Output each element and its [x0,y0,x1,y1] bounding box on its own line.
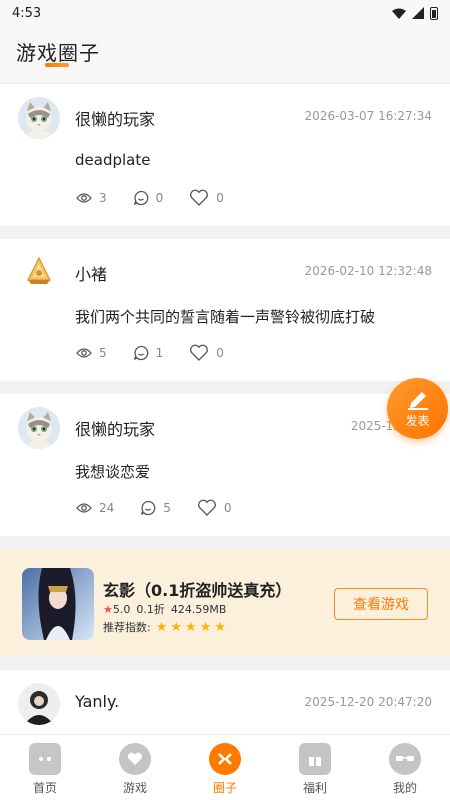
star-icon: ★ [170,619,183,635]
views-stat: 24 [76,501,114,515]
views-count: 5 [99,345,107,360]
post-text: deadplate [75,151,151,169]
cat-avatar-icon [18,97,60,139]
status-bar: 4:53 [0,0,450,26]
post-card[interactable]: 很懒的玩家 2025-12-21 2 我想谈恋爱 24 5 0 [0,394,450,536]
sunglasses-icon [389,743,421,775]
likes-stat[interactable]: 0 [197,499,232,516]
star-icon: ★ [214,619,226,635]
comment-icon [141,500,156,515]
post-text: 我们两个共同的誓言随着一声警铃被彻底打破 [75,308,376,326]
post-time: 2025-12-20 20:47:20 [304,695,432,709]
likes-count: 0 [216,345,224,360]
recommend-row: 推荐指数: ★ ★ ★ ★ ★ [103,619,226,635]
rating: ★5.0 [103,603,130,616]
rating-value: 5.0 [112,602,131,616]
views-count: 3 [99,190,107,205]
tab-circle[interactable]: 圈子 [180,735,270,800]
tab-label: 圈子 [212,781,237,795]
username[interactable]: 小褚 [75,261,107,285]
person-avatar-icon [18,683,60,725]
post-stats: 3 0 0 [76,189,250,206]
post-button-label: 发表 [405,414,430,428]
username[interactable]: 很懒的玩家 [75,416,155,440]
heart-icon [190,344,209,361]
post-text: 我想谈恋爱 [75,463,151,481]
tab-label: 福利 [302,781,327,795]
view-game-button[interactable]: 查看游戏 [334,588,428,620]
game-icon[interactable] [22,568,94,640]
heart-chat-icon [119,743,151,775]
heart-icon [190,189,209,206]
avatar[interactable] [18,407,60,449]
tab-mine[interactable]: 我的 [360,735,450,800]
title-underline [45,63,69,67]
game-card[interactable]: 玄影（0.1折盗帅送真充） ★5.0 0.1折 424.59MB 推荐指数: ★… [0,549,450,657]
post-card[interactable]: Yanly. 2025-12-20 20:47:20 [0,670,450,734]
eye-icon [76,347,92,358]
avatar[interactable] [18,252,60,294]
comments-stat[interactable]: 0 [133,190,164,206]
heart-icon [197,499,216,516]
post-time: 2026-03-07 16:27:34 [304,109,432,123]
likes-stat[interactable]: 0 [189,344,224,361]
username[interactable]: 很懒的玩家 [75,106,155,130]
comments-count: 5 [163,500,171,515]
star-icon: ★ [185,619,197,635]
tab-welfare[interactable]: 福利 [270,735,360,800]
badge-avatar-icon [18,252,60,294]
post-button[interactable]: 发表 [387,378,448,439]
comment-icon [133,190,148,205]
battery-icon [430,6,438,20]
post-time: 2026-02-10 12:32:48 [304,264,432,278]
star-icon: ★ [103,602,113,616]
views-stat: 3 [76,191,107,205]
game-cover-image [22,568,94,640]
views-stat: 5 [76,346,107,360]
views-count: 24 [99,500,115,515]
eye-icon [76,502,92,513]
star-icon: ★ [199,619,212,635]
tab-home[interactable]: 首页 [0,735,90,800]
cat-avatar-icon [18,407,60,449]
wifi-icon [392,8,406,19]
comments-count: 1 [155,345,164,360]
gift-icon [299,743,331,775]
username[interactable]: Yanly. [75,692,119,711]
circle-icon [209,743,241,775]
page-title: 游戏圈子 [16,41,100,65]
tab-label: 我的 [392,781,417,795]
likes-stat[interactable]: 0 [189,189,224,206]
comments-count: 0 [155,190,164,205]
likes-count: 0 [223,500,232,515]
post-card[interactable]: 很懒的玩家 2026-03-07 16:27:34 deadplate 3 0 … [0,84,450,226]
tab-label: 游戏 [122,781,147,795]
pen-icon [407,392,428,410]
comment-icon [133,345,148,360]
bottom-tab-bar: 首页 游戏 圈子 福利 我的 [0,734,450,800]
discount: 0.1折 [136,603,165,616]
comments-stat[interactable]: 5 [140,500,171,516]
post-stats: 24 5 0 [76,499,258,516]
avatar[interactable] [18,683,60,725]
tab-label: 首页 [32,781,57,795]
game-title[interactable]: 玄影（0.1折盗帅送真充） [103,577,291,601]
post-stats: 5 1 0 [76,344,250,361]
recommend-label: 推荐指数: [103,621,151,634]
eye-icon [76,192,92,203]
signal-icon [412,7,424,19]
recommend-stars: ★ ★ ★ ★ ★ [156,621,226,634]
star-icon: ★ [155,619,168,635]
game-meta: ★5.0 0.1折 424.59MB [103,601,226,617]
tab-games[interactable]: 游戏 [90,735,180,800]
gamepad-icon [29,743,61,775]
status-icons [392,6,438,20]
status-time: 4:53 [12,5,42,21]
likes-count: 0 [216,190,224,205]
file-size: 424.59MB [170,602,227,616]
header: 游戏圈子 [0,26,450,82]
post-card[interactable]: 小褚 2026-02-10 12:32:48 我们两个共同的誓言随着一声警铃被彻… [0,239,450,381]
avatar[interactable] [18,97,60,139]
comments-stat[interactable]: 1 [133,345,164,361]
